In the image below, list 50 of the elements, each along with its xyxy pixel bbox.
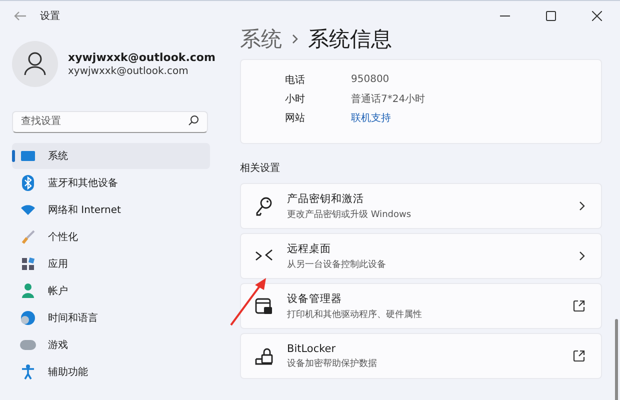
maximize-icon — [546, 11, 556, 21]
globe-icon — [20, 310, 36, 326]
sidebar-item[interactable]: 网络和 Internet — [12, 197, 210, 223]
account-email: xywjwxxk@outlook.com — [68, 66, 190, 77]
accessibility-icon — [21, 364, 35, 380]
minimize-icon — [500, 15, 510, 17]
chevron-right-icon — [292, 34, 298, 44]
account-name: xywjwxxk@outlook.com — [68, 51, 216, 64]
info-label: 网站 — [285, 112, 306, 124]
search-icon — [188, 115, 199, 126]
support-link[interactable]: 联机支持 — [351, 110, 391, 124]
sidebar-item[interactable]: 蓝牙和其他设备 — [12, 170, 210, 196]
device-manager-icon — [255, 297, 273, 315]
bluetooth-icon — [22, 175, 34, 191]
sidebar-item[interactable]: 时间和语言 — [12, 305, 210, 331]
scrollbar[interactable] — [615, 319, 618, 400]
sidebar-item[interactable]: 游戏 — [12, 332, 210, 358]
info-label: 小时 — [285, 92, 306, 106]
lock-icon — [255, 347, 273, 365]
remote-desktop-icon — [255, 249, 273, 263]
close-icon — [592, 11, 602, 21]
chevron-right-icon — [579, 251, 585, 261]
apps-icon — [21, 257, 35, 271]
page-title: 系统信息 — [308, 26, 392, 53]
key-icon — [255, 196, 273, 216]
settings-card[interactable]: 产品密钥和激活 更改产品密钥或升级 Windows — [240, 183, 602, 229]
person-icon — [22, 283, 34, 299]
brush-icon — [21, 230, 35, 244]
settings-card[interactable]: 设备管理器 打印机和其他驱动程序、硬件属性 — [240, 283, 602, 329]
settings-card[interactable]: 远程桌面 从另一台设备控制此设备 — [240, 233, 602, 279]
open-external-icon — [573, 300, 585, 312]
sidebar-item[interactable]: 个性化 — [12, 224, 210, 250]
breadcrumb-link[interactable]: 系统 — [240, 25, 282, 53]
monitor-icon — [20, 150, 36, 162]
settings-card[interactable]: BitLocker 设备加密帮助保护数据 — [240, 333, 602, 379]
section-heading: 相关设置 — [240, 162, 281, 175]
info-value: 普通话7*24小时 — [351, 92, 426, 106]
sidebar-item[interactable]: 辅助功能 — [12, 359, 210, 385]
chevron-right-icon — [579, 201, 585, 211]
open-external-icon — [573, 350, 585, 362]
window-title: 设置 — [40, 10, 60, 23]
info-value: 950800 — [351, 74, 390, 85]
person-silhouette-icon — [24, 52, 46, 76]
sidebar-item[interactable]: 帐户 — [12, 278, 210, 304]
sidebar-item[interactable]: 应用 — [12, 251, 210, 277]
wifi-icon — [20, 204, 36, 216]
gamepad-icon — [20, 340, 36, 350]
search-field[interactable]: 查找设置 — [12, 110, 208, 132]
info-label: 电话 — [285, 74, 306, 86]
sidebar-item[interactable]: 系统 — [12, 143, 210, 169]
